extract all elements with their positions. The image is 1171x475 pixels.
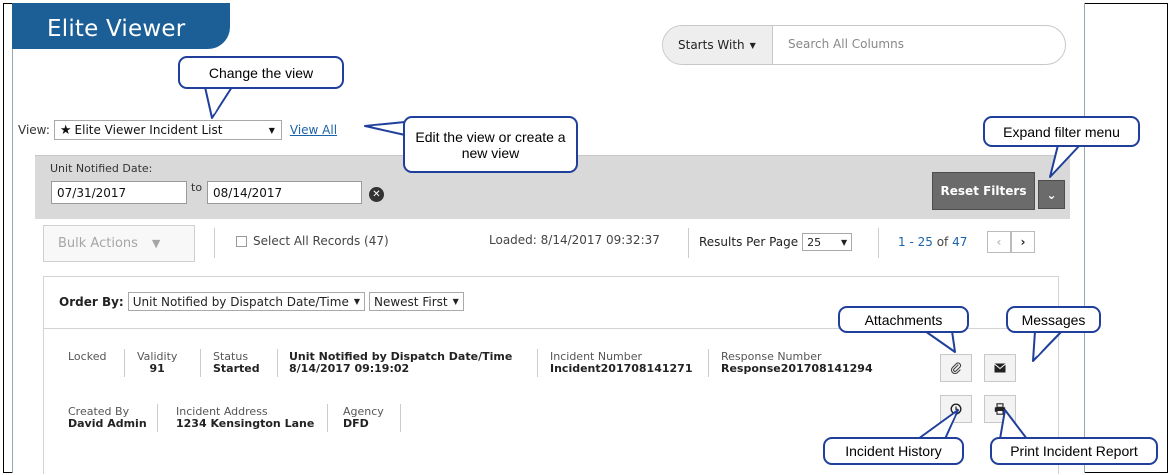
chevron-down-icon: ▼ xyxy=(151,237,161,250)
field-created-by: Created By David Admin xyxy=(68,406,147,430)
previous-page-button[interactable]: ‹ xyxy=(987,231,1011,253)
loaded-timestamp: Loaded: 8/14/2017 09:32:37 xyxy=(489,233,660,247)
filter-label: Unit Notified Date: xyxy=(50,162,153,175)
callout-change-view: Change the view xyxy=(178,56,344,89)
order-by-label: Order By: xyxy=(59,294,124,309)
callout-messages: Messages xyxy=(1006,306,1101,333)
field-value: David Admin xyxy=(68,417,147,430)
app-header-tab: Elite Viewer xyxy=(12,3,230,49)
printer-icon xyxy=(994,403,1006,415)
view-row: View: ★ Elite Viewer Incident List ▼ Vie… xyxy=(18,120,337,140)
search-mode-label: Starts With xyxy=(678,38,745,52)
chevron-right-icon: › xyxy=(1020,235,1026,249)
results-per-page-select[interactable]: 25 ▼ xyxy=(802,233,853,251)
field-value: Incident201708141271 xyxy=(550,362,693,375)
messages-button[interactable] xyxy=(984,354,1016,382)
bulk-actions-button[interactable]: Bulk Actions ▼ xyxy=(43,225,195,262)
callout-expand-filter: Expand filter menu xyxy=(983,116,1140,147)
date-from-input[interactable]: 07/31/2017 xyxy=(51,181,187,204)
field-agency: Agency DFD xyxy=(343,406,384,430)
field-status: Status Started xyxy=(213,351,260,375)
field-divider xyxy=(277,349,278,377)
caret-down-icon: ▼ xyxy=(840,237,848,247)
reset-filters-button[interactable]: Reset Filters xyxy=(932,172,1035,210)
field-value: Started xyxy=(213,362,260,375)
envelope-icon xyxy=(994,363,1006,373)
view-label: View: xyxy=(18,123,50,137)
view-select[interactable]: ★ Elite Viewer Incident List ▼ xyxy=(53,120,282,140)
field-divider xyxy=(537,349,538,377)
pager-range: 1 - 25 of 47 xyxy=(898,235,967,249)
caret-down-icon: ▼ xyxy=(452,297,459,306)
field-incident-address: Incident Address 1234 Kensington Lane xyxy=(176,406,314,430)
order-by-row: Order By: Unit Notified by Dispatch Date… xyxy=(59,292,468,311)
field-locked: Locked xyxy=(68,351,106,363)
field-validity: Validity 91 xyxy=(137,351,177,375)
caret-down-icon: ▼ xyxy=(353,297,360,306)
search-input[interactable]: Search All Columns xyxy=(788,37,904,51)
caret-down-icon: ▼ xyxy=(268,125,275,135)
pager-total: 47 xyxy=(952,235,968,249)
order-by-field-select[interactable]: Unit Notified by Dispatch Date/Time ▼ xyxy=(127,292,365,311)
star-icon: ★ xyxy=(59,122,72,138)
search-bar: Starts With ▼ Search All Columns xyxy=(662,25,1066,65)
field-response-number: Response Number Response201708141294 xyxy=(721,351,873,375)
field-divider xyxy=(124,349,125,377)
field-value: 8/14/2017 09:19:02 xyxy=(289,362,410,375)
chevron-down-icon: ⌄ xyxy=(1046,187,1057,202)
expand-filter-button[interactable]: ⌄ xyxy=(1038,180,1065,209)
attachments-button[interactable] xyxy=(940,354,972,382)
field-incident-number: Incident Number Incident201708141271 xyxy=(550,351,692,375)
select-all-records[interactable]: Select All Records (47) xyxy=(236,234,389,248)
results-per-page-label: Results Per Page xyxy=(699,235,799,249)
divider xyxy=(878,228,879,258)
clock-icon xyxy=(950,403,962,415)
callout-incident-history: Incident History xyxy=(823,437,964,465)
field-divider xyxy=(327,404,328,432)
bulk-actions-label: Bulk Actions xyxy=(58,236,138,251)
view-select-value: Elite Viewer Incident List xyxy=(74,123,223,137)
field-value: 1234 Kensington Lane xyxy=(176,417,315,430)
search-mode-select[interactable]: Starts With ▼ xyxy=(663,26,773,64)
field-divider xyxy=(157,404,158,432)
print-report-button[interactable] xyxy=(984,395,1016,423)
incident-history-button[interactable] xyxy=(940,395,972,423)
field-value: Response201708141294 xyxy=(721,362,873,375)
results-per-page-value: 25 xyxy=(807,235,822,249)
order-direction-value: Newest First xyxy=(374,294,448,309)
callout-attachments: Attachments xyxy=(838,306,969,333)
pager-range-value: 1 - 25 xyxy=(898,235,933,249)
select-all-label: Select All Records (47) xyxy=(253,234,389,248)
field-divider xyxy=(400,404,401,432)
field-divider xyxy=(708,349,709,377)
app-title: Elite Viewer xyxy=(47,16,186,42)
select-all-checkbox[interactable] xyxy=(236,235,247,247)
field-unit-notified: Unit Notified by Dispatch Date/Time 8/14… xyxy=(289,351,512,375)
caret-down-icon: ▼ xyxy=(749,40,756,50)
field-divider xyxy=(200,349,201,377)
view-all-link[interactable]: View All xyxy=(290,123,337,137)
results-per-page: Results Per Page 25 ▼ xyxy=(699,233,853,251)
date-to-label: to xyxy=(191,181,203,194)
field-value: 91 xyxy=(149,362,165,375)
clear-date-icon[interactable]: ✕ xyxy=(369,187,384,202)
divider xyxy=(214,228,215,258)
date-to-input[interactable]: 08/14/2017 xyxy=(207,181,362,204)
divider xyxy=(688,228,689,258)
field-value: DFD xyxy=(343,417,369,430)
field-label: Locked xyxy=(68,350,107,363)
paperclip-icon xyxy=(950,362,962,374)
pager-of: of xyxy=(936,235,949,249)
order-direction-select[interactable]: Newest First ▼ xyxy=(369,292,464,311)
chevron-left-icon: ‹ xyxy=(996,235,1002,249)
callout-edit-view: Edit the view or create a new view xyxy=(403,116,578,173)
callout-print-report: Print Incident Report xyxy=(990,437,1158,465)
next-page-button[interactable]: › xyxy=(1011,231,1035,253)
order-by-field-value: Unit Notified by Dispatch Date/Time xyxy=(132,294,349,309)
